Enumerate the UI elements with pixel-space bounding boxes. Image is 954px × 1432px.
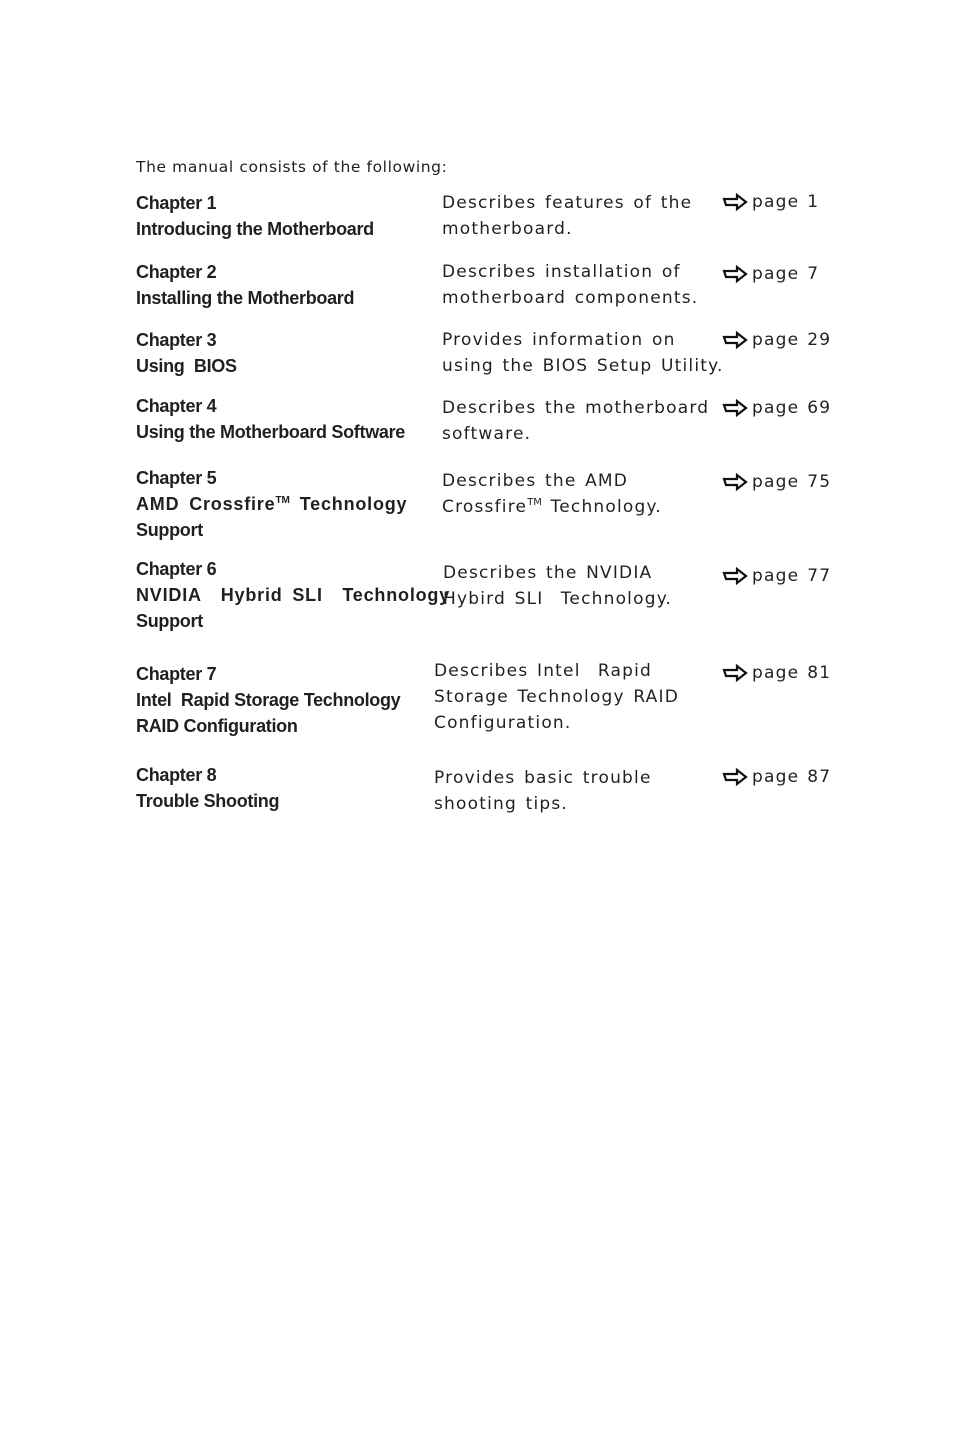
page-reference[interactable]: page 77 — [722, 563, 831, 589]
page-number: 81 — [807, 663, 832, 683]
description-line: motherboard components. — [442, 288, 699, 308]
page-reference[interactable]: page 87 — [722, 764, 831, 790]
chapter-description: Describes the AMD CrossfireTM Technology. — [442, 468, 662, 520]
page-number: 77 — [807, 566, 832, 586]
page-reference[interactable]: page 1 — [722, 189, 819, 215]
page-label: page — [752, 566, 800, 586]
right-arrow-outline-icon — [722, 192, 748, 212]
right-arrow-outline-icon — [722, 767, 748, 787]
page-number: 87 — [807, 767, 832, 787]
chapter-number: Chapter 1 — [136, 193, 217, 213]
chapter-title-line: NVIDIA Hybrid SLI Technology — [136, 585, 451, 605]
chapter-description: Describes the motherboard software. — [442, 395, 709, 447]
chapter-number: Chapter 4 — [136, 396, 217, 416]
page-number: 1 — [807, 192, 820, 212]
chapter-number: Chapter 3 — [136, 330, 217, 350]
chapter-title-line: Installing the Motherboard — [136, 288, 355, 308]
chapter-heading: Chapter 6 NVIDIA Hybrid SLI Technology Sup… — [136, 556, 450, 634]
description-line: Provides information on — [442, 330, 676, 350]
page-number: 75 — [807, 472, 832, 492]
description-line: Describes installation of — [442, 262, 681, 282]
page-number: 69 — [807, 398, 832, 418]
chapter-title-line: Using BIOS — [136, 356, 237, 376]
chapter-description: Describes the NVIDIA Hybird SLI Technolog… — [443, 560, 672, 612]
page-label: page — [752, 192, 800, 212]
chapter-heading: Chapter 1 Introducing the Motherboard — [136, 190, 374, 242]
chapter-title-line: Using the Motherboard Software — [136, 422, 406, 442]
description-line: Describes features of the — [442, 193, 693, 213]
description-line: Describes Intel Rapid — [434, 661, 652, 681]
description-line: Provides basic trouble — [434, 768, 652, 788]
right-arrow-outline-icon — [722, 264, 748, 284]
chapter-number: Chapter 6 — [136, 559, 217, 579]
page-reference[interactable]: page 29 — [722, 327, 831, 353]
trademark-mark: TM — [527, 497, 542, 508]
chapter-number: Chapter 8 — [136, 765, 217, 785]
chapter-heading: Chapter 2 Installing the Motherboard — [136, 259, 355, 311]
description-line: motherboard. — [442, 219, 573, 239]
chapter-heading: Chapter 7 Intel Rapid Storage Technology R… — [136, 661, 401, 739]
description-line: Hybird SLI Technology. — [443, 589, 673, 609]
description-line: Describes the NVIDIA — [443, 563, 653, 583]
description-line: using the BIOS Setup Utility. — [442, 356, 724, 376]
trademark-mark: TM — [275, 495, 290, 506]
chapter-title-line: AMD CrossfireTM Technology — [136, 494, 408, 514]
description-line: shooting tips. — [434, 794, 569, 814]
chapter-heading: Chapter 5 AMD CrossfireTM Technology Suppo… — [136, 465, 407, 543]
chapter-description: Provides basic trouble shooting tips. — [434, 765, 652, 817]
right-arrow-outline-icon — [722, 330, 748, 350]
page-number: 29 — [807, 330, 832, 350]
description-line: Describes the AMD — [442, 471, 629, 491]
description-line: Configuration. — [434, 713, 572, 733]
right-arrow-outline-icon — [722, 472, 748, 492]
chapter-title-line: Support — [136, 611, 203, 631]
chapter-description: Describes features of the motherboard. — [442, 190, 692, 242]
page-label: page — [752, 663, 800, 683]
page-label: page — [752, 472, 800, 492]
chapter-heading: Chapter 3 Using BIOS — [136, 327, 237, 379]
chapter-number: Chapter 7 — [136, 664, 217, 684]
right-arrow-outline-icon — [722, 663, 748, 683]
page-label: page — [752, 264, 800, 284]
chapter-description: Provides information on using the BIOS Se… — [442, 327, 724, 379]
page-reference[interactable]: page 81 — [722, 660, 831, 686]
page-reference[interactable]: page 7 — [722, 261, 819, 287]
right-arrow-outline-icon — [722, 398, 748, 418]
page-reference[interactable]: page 69 — [722, 395, 831, 421]
chapter-title-line: Introducing the Motherboard — [136, 219, 374, 239]
page-label: page — [752, 330, 800, 350]
description-line: Storage Technology RAID — [434, 687, 680, 707]
page-label: page — [752, 767, 800, 787]
chapter-title-line: Intel Rapid Storage Technology — [136, 690, 401, 710]
chapter-title-line: Support — [136, 520, 203, 540]
description-line: Describes the motherboard — [442, 398, 710, 418]
chapter-number: Chapter 2 — [136, 262, 217, 282]
right-arrow-outline-icon — [722, 566, 748, 586]
description-line: software. — [442, 424, 532, 444]
intro-text: The manual consists of the following: — [136, 158, 448, 176]
chapter-title-line: Trouble Shooting — [136, 791, 280, 811]
chapter-heading: Chapter 4 Using the Motherboard Software — [136, 393, 405, 445]
chapter-heading: Chapter 8 Trouble Shooting — [136, 762, 279, 814]
page-number: 7 — [807, 264, 820, 284]
chapter-description: Describes installation of motherboard com… — [442, 259, 698, 311]
chapter-description: Describes Intel Rapid Storage Technology … — [434, 658, 679, 736]
chapter-number: Chapter 5 — [136, 468, 217, 488]
page-reference[interactable]: page 75 — [722, 469, 831, 495]
chapter-title-line: RAID Configuration — [136, 716, 298, 736]
description-line: CrossfireTM Technology. — [442, 497, 662, 517]
page-label: page — [752, 398, 800, 418]
